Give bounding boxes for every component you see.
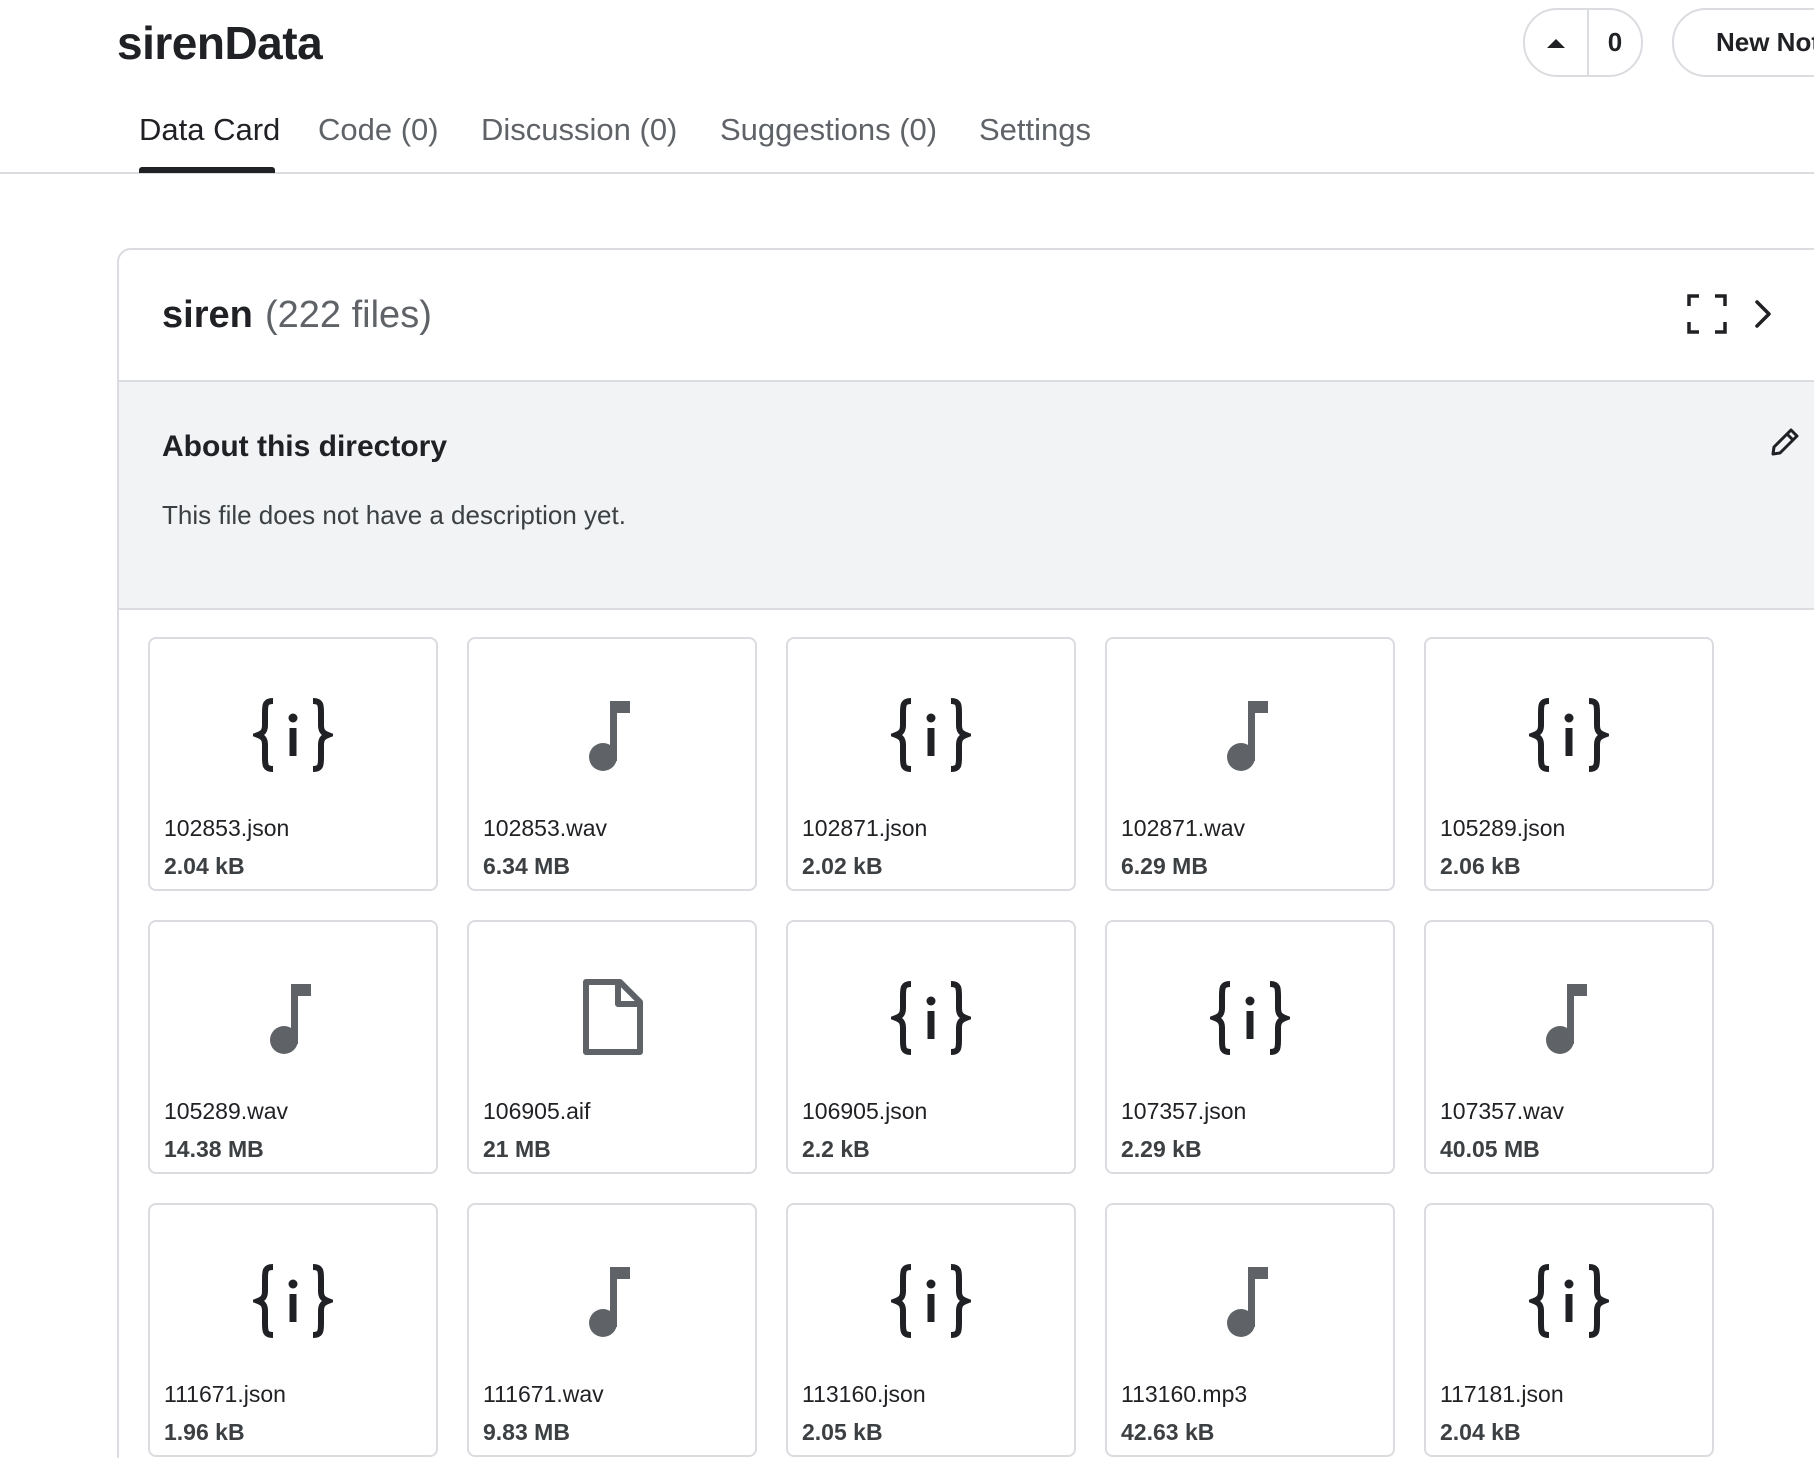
- file-size: 21 MB: [483, 1136, 551, 1162]
- music-note-icon: [150, 978, 436, 1058]
- file-name: 105289.json: [1440, 815, 1566, 841]
- file-size: 14.38 MB: [164, 1136, 264, 1162]
- file-card[interactable]: 105289.wav 14.38 MB: [148, 920, 438, 1174]
- app-root: sirenData 0 New Notebook Data Card Code …: [0, 0, 1814, 1458]
- file-card[interactable]: 111671.wav 9.83 MB: [467, 1203, 757, 1457]
- file-card[interactable]: 113160.mp3 42.63 kB: [1105, 1203, 1395, 1457]
- file-size: 2.04 kB: [1440, 1419, 1521, 1445]
- tab-bar: Data Card Code (0) Discussion (0) Sugges…: [0, 100, 1814, 174]
- json-icon: [788, 1261, 1074, 1341]
- directory-name: siren: [162, 294, 253, 336]
- file-size: 2.29 kB: [1121, 1136, 1202, 1162]
- music-note-icon: [1107, 695, 1393, 775]
- tab-discussion[interactable]: Discussion (0): [481, 112, 677, 148]
- file-card[interactable]: 107357.wav 40.05 MB: [1424, 920, 1714, 1174]
- json-icon: [1426, 695, 1712, 775]
- music-note-icon: [469, 1261, 755, 1341]
- file-card[interactable]: 106905.aif 21 MB: [467, 920, 757, 1174]
- file-name: 111671.json: [164, 1381, 286, 1407]
- json-icon: [1107, 978, 1393, 1058]
- file-size: 6.34 MB: [483, 853, 570, 879]
- file-size: 2.2 kB: [802, 1136, 870, 1162]
- music-note-icon: [1426, 978, 1712, 1058]
- file-card[interactable]: 102871.json 2.02 kB: [786, 637, 1076, 891]
- file-name: 113160.mp3: [1121, 1381, 1248, 1407]
- file-name: 102853.wav: [483, 815, 608, 841]
- file-name: 106905.aif: [483, 1098, 591, 1124]
- about-title: About this directory: [162, 430, 448, 463]
- file-name: 113160.json: [802, 1381, 926, 1407]
- tab-data-card[interactable]: Data Card: [139, 112, 280, 148]
- file-name: 102871.wav: [1121, 815, 1246, 841]
- file-size: 42.63 kB: [1121, 1419, 1215, 1445]
- file-size: 1.96 kB: [164, 1419, 245, 1445]
- new-notebook-button[interactable]: New Notebook: [1672, 8, 1814, 77]
- tab-settings[interactable]: Settings: [979, 112, 1091, 148]
- directory-description: This file does not have a description ye…: [162, 500, 626, 530]
- file-size: 40.05 MB: [1440, 1136, 1540, 1162]
- music-note-icon: [469, 695, 755, 775]
- file-name: 105289.wav: [164, 1098, 289, 1124]
- json-icon: [150, 695, 436, 775]
- file-size: 9.83 MB: [483, 1419, 570, 1445]
- json-icon: [788, 978, 1074, 1058]
- file-size: 2.05 kB: [802, 1419, 883, 1445]
- file-size: 2.06 kB: [1440, 853, 1521, 879]
- vote-count: 0: [1607, 27, 1623, 57]
- file-card[interactable]: 107357.json 2.29 kB: [1105, 920, 1395, 1174]
- file-size: 2.04 kB: [164, 853, 245, 879]
- file-card[interactable]: 117181.json 2.04 kB: [1424, 1203, 1714, 1457]
- upvote-control: 0: [1523, 8, 1643, 77]
- directory-panel: siren (222 files) About this directory T…: [117, 248, 1814, 1458]
- file-size: 2.02 kB: [802, 853, 883, 879]
- file-size: 6.29 MB: [1121, 853, 1208, 879]
- json-icon: [150, 1261, 436, 1341]
- pencil-edit-icon[interactable]: [1765, 422, 1805, 462]
- directory-file-count: (222 files): [265, 294, 432, 336]
- file-icon: [469, 978, 755, 1058]
- file-card[interactable]: 106905.json 2.2 kB: [786, 920, 1076, 1174]
- upvote-button[interactable]: [1525, 10, 1589, 75]
- active-tab-indicator: [139, 167, 275, 173]
- tab-code[interactable]: Code (0): [318, 112, 439, 148]
- json-icon: [1426, 1261, 1712, 1341]
- file-name: 117181.json: [1440, 1381, 1564, 1407]
- file-card[interactable]: 102871.wav 6.29 MB: [1105, 637, 1395, 891]
- fullscreen-icon[interactable]: [1685, 292, 1729, 336]
- directory-header: siren (222 files): [119, 250, 1814, 380]
- file-name: 107357.json: [1121, 1098, 1247, 1124]
- file-name: 111671.wav: [483, 1381, 604, 1407]
- file-name: 102871.json: [802, 815, 928, 841]
- tab-suggestions[interactable]: Suggestions (0): [720, 112, 937, 148]
- about-directory-section: About this directory This file does not …: [119, 380, 1814, 610]
- file-card[interactable]: 105289.json 2.06 kB: [1424, 637, 1714, 891]
- json-icon: [788, 695, 1074, 775]
- file-name: 106905.json: [802, 1098, 928, 1124]
- caret-up-icon: [1547, 38, 1565, 48]
- file-card[interactable]: 102853.wav 6.34 MB: [467, 637, 757, 891]
- file-name: 107357.wav: [1440, 1098, 1565, 1124]
- file-card[interactable]: 111671.json 1.96 kB: [148, 1203, 438, 1457]
- file-name: 102853.json: [164, 815, 290, 841]
- chevron-right-icon[interactable]: [1741, 292, 1785, 336]
- music-note-icon: [1107, 1261, 1393, 1341]
- dataset-title: sirenData: [117, 17, 323, 69]
- file-card[interactable]: 102853.json 2.04 kB: [148, 637, 438, 891]
- file-card[interactable]: 113160.json 2.05 kB: [786, 1203, 1076, 1457]
